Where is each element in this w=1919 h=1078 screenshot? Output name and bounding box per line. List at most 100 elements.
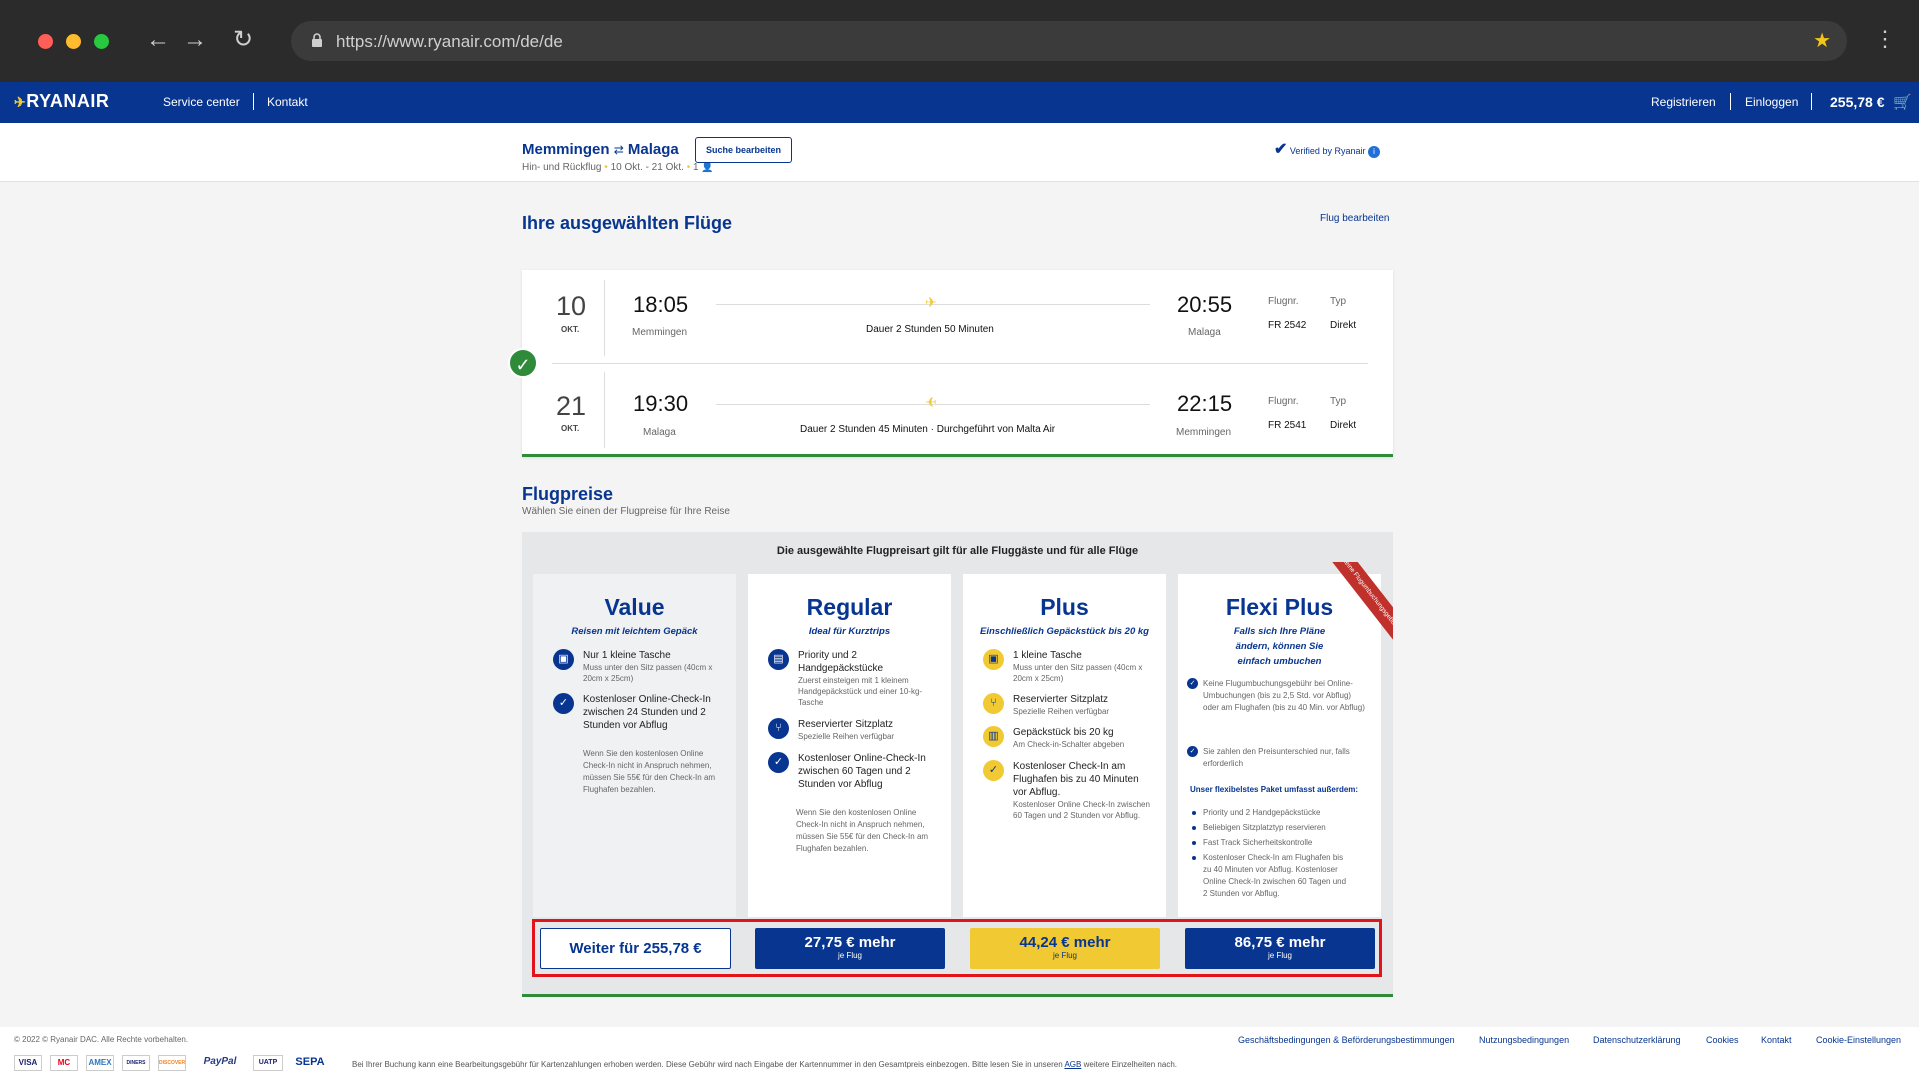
feature-sub: Am Check-in-Schalter abgeben [1013, 740, 1125, 749]
flight-month: OKT. [561, 424, 580, 433]
cart-total[interactable]: 255,78 € [1830, 94, 1885, 110]
terms-link[interactable]: AGB [1064, 1060, 1081, 1069]
feature-title: Nur 1 kleine Tasche [583, 650, 671, 661]
check-icon: ✓ [1187, 678, 1198, 689]
trip-type: Hin- und Rückflug [522, 162, 602, 173]
flight-number-label: Flugnr. [1268, 396, 1299, 407]
reload-icon[interactable]: ↻ [229, 26, 257, 54]
checked-bag-icon: ▥ [983, 726, 1004, 747]
bullet-item: Priority und 2 Handgepäckstücke [1192, 807, 1373, 819]
forward-arrow-icon[interactable]: → [181, 26, 209, 54]
arrival-place: Malaga [1188, 327, 1221, 338]
flight-type: Direkt [1330, 420, 1357, 431]
flight-duration: Dauer 2 Stunden 50 Minuten [866, 324, 994, 335]
bullet-item: Beliebigen Sitzplatztyp reservieren [1192, 822, 1373, 834]
flight-type-label: Typ [1330, 296, 1347, 307]
edit-flight-link[interactable]: Flug bearbeiten [1320, 213, 1390, 224]
amex-icon: AMEX [86, 1055, 114, 1071]
mastercard-icon: MC [50, 1055, 78, 1071]
footer-link[interactable]: Datenschutzerklärung [1593, 1035, 1681, 1045]
route-title: Memmingen ⇄ Malaga [522, 141, 679, 158]
feature-title: Kostenloser Check-In am Flughafen bis zu… [1013, 761, 1139, 798]
service-center-link[interactable]: Service center [163, 95, 240, 109]
verified-label: Verified by Ryanair [1289, 146, 1366, 156]
ryanair-logo[interactable]: ✈RYANAIR [14, 91, 109, 112]
card-fee-text: Bei Ihrer Buchung kann eine Bearbeitungs… [352, 1060, 1177, 1069]
fee-tail: weitere Einzelheiten nach. [1083, 1060, 1177, 1069]
minimize-window-icon[interactable] [66, 34, 81, 49]
bookmark-star-icon[interactable]: ★ [1813, 28, 1831, 53]
login-link[interactable]: Einloggen [1745, 95, 1798, 109]
arrival-time: 22:15 [1177, 391, 1233, 416]
flexi-check-item: ✓ Sie zahlen den Preisunterschied nur, fa… [1187, 746, 1368, 770]
divider [604, 280, 605, 356]
flight-type: Direkt [1330, 320, 1357, 331]
trip-dates: 10 Okt. - 21 Okt. [610, 162, 684, 173]
priority-bags-icon: ▤ [768, 649, 789, 670]
fare-tagline: Einschließlich Gepäckstück bis 20 kg [980, 626, 1149, 637]
round-trip-arrow-icon: ⇄ [613, 143, 624, 157]
feature-title: Kostenloser Online-Check-In zwischen 24 … [583, 694, 711, 731]
feature-sub: Kostenloser Online Check-In zwischen 60 … [1013, 800, 1150, 820]
fare-tagline: Falls sich Ihre Pläne ändern, können Sie… [1233, 626, 1326, 667]
package-heading: Unser flexibelstes Paket umfasst außerde… [1190, 785, 1359, 794]
feature-title: Reservierter Sitzplatz [798, 719, 894, 730]
footer-link[interactable]: Cookies [1706, 1035, 1739, 1045]
person-icon: 👤 [701, 162, 714, 173]
maximize-window-icon[interactable] [94, 34, 109, 49]
nav-divider [253, 93, 254, 110]
fare-card-plus[interactable]: Plus Einschließlich Gepäckstück bis 20 k… [963, 574, 1166, 917]
feature-title: Kostenloser Online-Check-In zwischen 60 … [798, 753, 926, 790]
fares-title: Flugpreise [522, 484, 614, 504]
fare-name: Regular [806, 594, 893, 620]
back-arrow-icon[interactable]: ← [144, 26, 172, 54]
footer-link[interactable]: Geschäftsbedingungen & Beförderungsbesti… [1238, 1035, 1455, 1045]
contact-link[interactable]: Kontakt [267, 95, 308, 109]
airport-checkin-icon: ✓ [983, 760, 1004, 781]
uatp-icon: UATP [253, 1055, 283, 1071]
dot-separator: • [686, 162, 691, 173]
fare-name: Plus [1040, 594, 1089, 620]
search-summary-bar [0, 123, 1919, 182]
check-icon: ✓ [1187, 746, 1198, 757]
close-window-icon[interactable] [38, 34, 53, 49]
address-bar[interactable]: https://www.ryanair.com/de/de ★ [291, 21, 1847, 61]
plane-icon: ✈ [925, 294, 937, 310]
info-icon[interactable]: i [1367, 146, 1380, 158]
divider [604, 372, 605, 448]
footer-link[interactable]: Kontakt [1761, 1035, 1792, 1045]
browser-menu-icon[interactable]: ⋮ [1874, 28, 1896, 50]
footer-link[interactable]: Nutzungsbedingungen [1479, 1035, 1569, 1045]
harp-icon: ✈ [14, 94, 27, 110]
feature-title: Reservierter Sitzplatz [1013, 694, 1109, 705]
ribbon-clip: Keine Flugumbuchungsgebühr [1330, 562, 1393, 642]
footer-link[interactable]: Cookie-Einstellungen [1816, 1035, 1901, 1045]
verified-badge: ✔ Verified by Ryanair i [1274, 139, 1380, 159]
arrival-time: 20:55 [1177, 292, 1233, 317]
fare-tagline: Ideal für Kurztrips [808, 626, 891, 637]
seat-icon: ⑂ [983, 693, 1004, 714]
fare-card-value[interactable]: Value Reisen mit leichtem Gepäck ▣ Nur 1… [533, 574, 736, 917]
flight-day: 21 [556, 391, 587, 421]
departure-place: Memmingen [632, 327, 688, 338]
nav-divider [1811, 93, 1812, 110]
selected-check-icon: ✓ [508, 348, 538, 378]
fare-name: Value [604, 594, 665, 620]
flight-day: 10 [556, 291, 587, 321]
flight-number: FR 2541 [1268, 420, 1307, 431]
flight-number: FR 2542 [1268, 320, 1307, 331]
destination-city: Malaga [627, 141, 679, 158]
flexi-check-item: ✓ Keine Flugumbuchungsgebühr bei Online-U… [1187, 678, 1368, 714]
shopping-cart-icon[interactable]: 🛒 [1893, 93, 1912, 111]
fare-card-regular[interactable]: Regular Ideal für Kurztrips ▤ Priority u… [748, 574, 951, 917]
edit-search-button[interactable]: Suche bearbeiten [695, 137, 792, 163]
register-link[interactable]: Registrieren [1651, 95, 1716, 109]
flight-divider [552, 363, 1368, 364]
check-text: Sie zahlen den Preisunterschied nur, fal… [1203, 747, 1350, 768]
lock-icon [312, 33, 322, 47]
online-checkin-icon: ✓ [553, 693, 574, 714]
check-text: Keine Flugumbuchungsgebühr bei Online-Um… [1203, 679, 1365, 712]
feature-sub: Spezielle Reihen verfügbar [1013, 707, 1110, 716]
fare-tagline: Reisen mit leichtem Gepäck [571, 626, 698, 637]
passenger-count: 1 [693, 162, 699, 173]
